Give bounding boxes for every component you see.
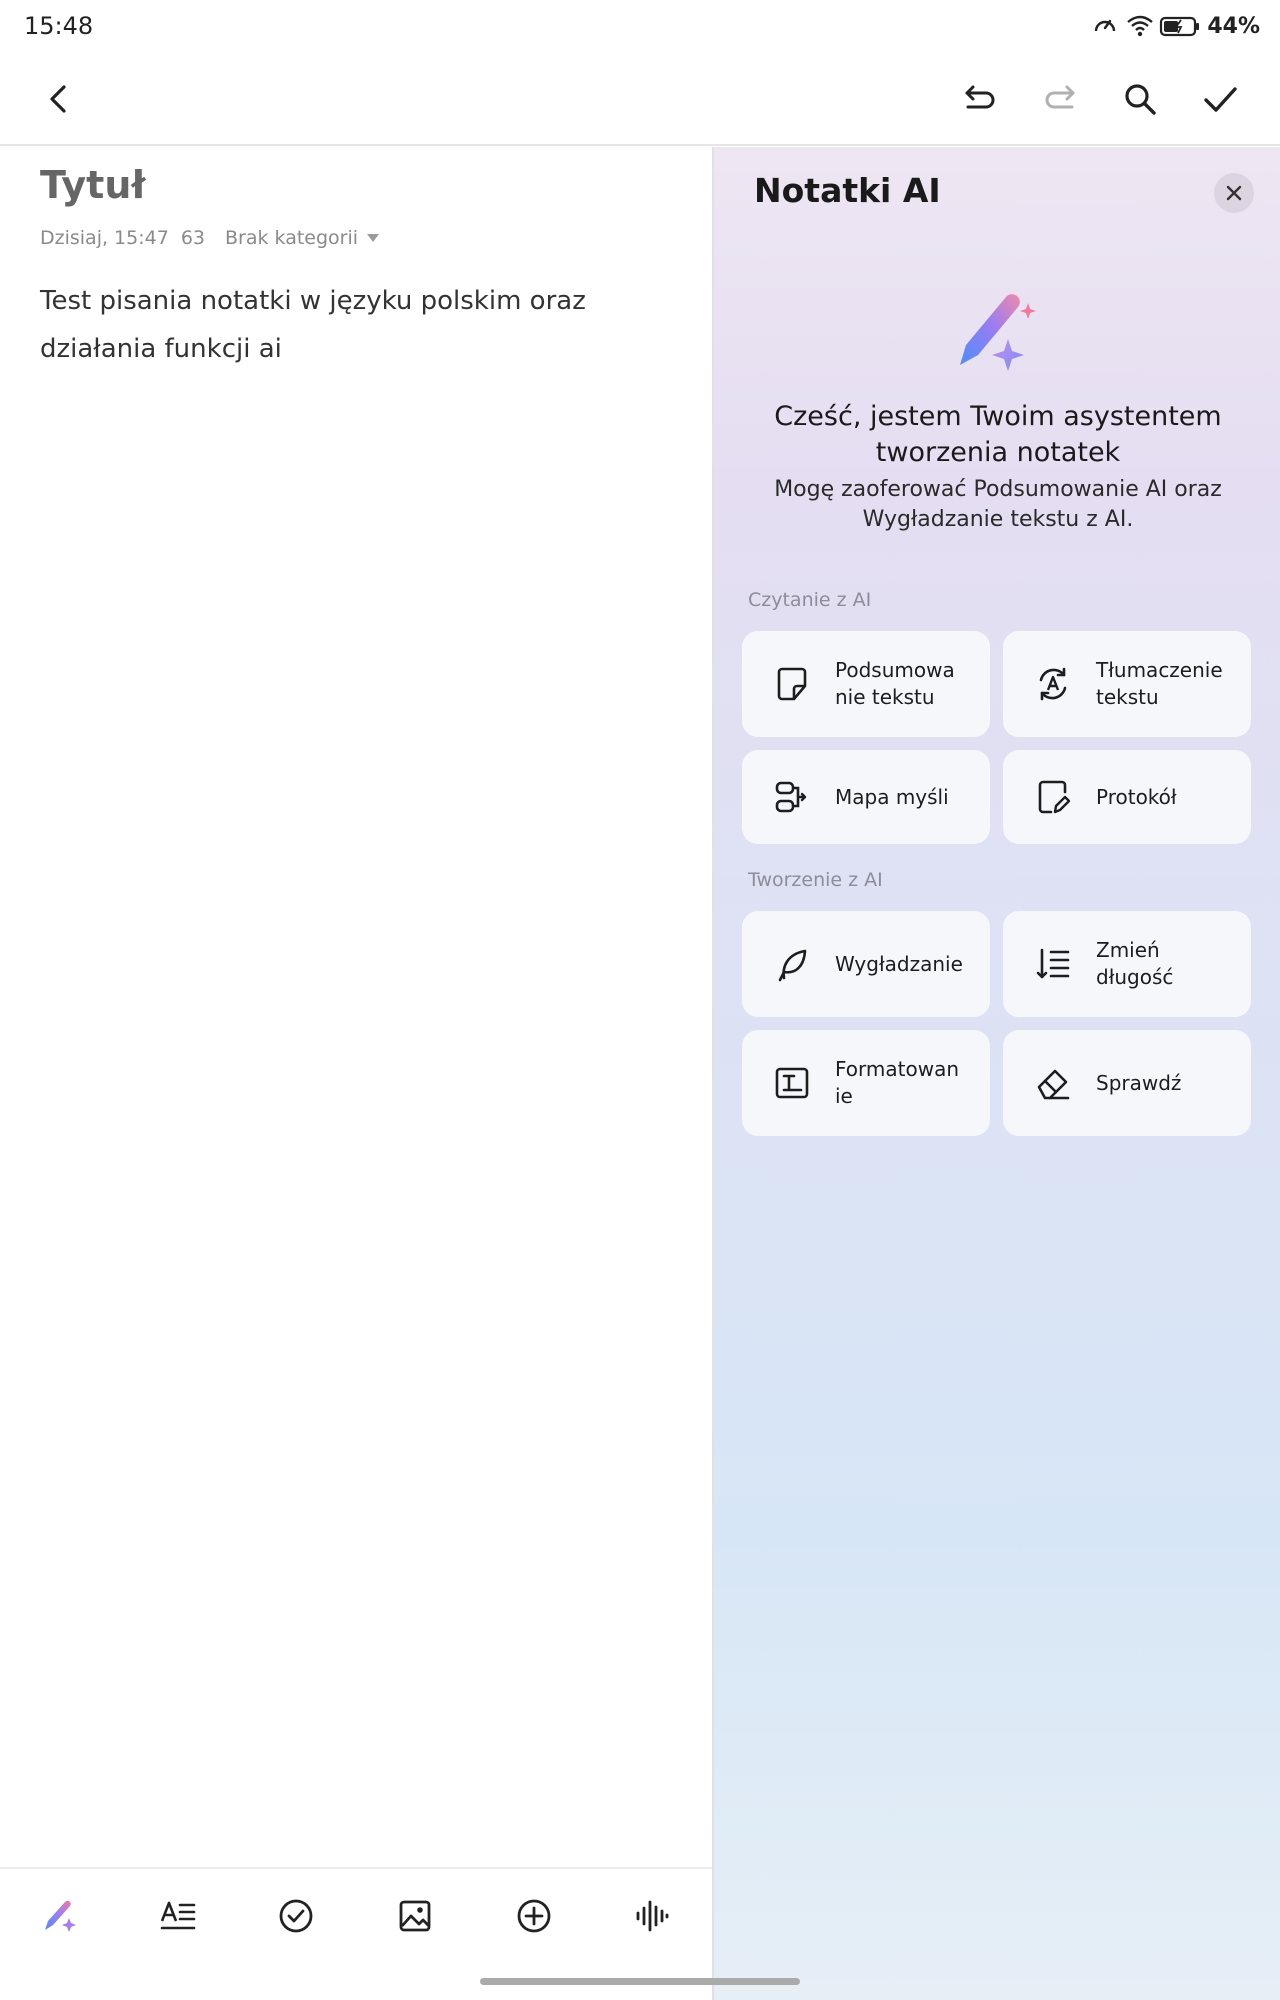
checklist-button[interactable] [237,1868,356,1964]
translate-card[interactable]: Tłumaczenie tekstu [1003,631,1251,737]
note-icon [774,666,810,702]
smooth-text-card[interactable]: Wygładzanie [742,911,990,1017]
speed-icon [1091,12,1119,40]
checklist-icon [280,1899,313,1933]
status-icons: 44% [1091,12,1260,40]
length-icon [1035,946,1071,982]
add-icon [517,1899,551,1933]
back-button[interactable] [36,75,84,123]
audio-icon [636,1900,669,1932]
card-label: Zmień długość [1096,938,1174,989]
change-length-card[interactable]: Zmień długość [1003,911,1251,1017]
image-button[interactable] [356,1868,475,1964]
format-icon [774,1065,810,1101]
back-arrow-icon [50,85,66,113]
close-panel-button[interactable] [1214,173,1254,213]
greeting-text: Cześć, jestem Twoim asystentem tworzenia… [774,401,1222,468]
done-button[interactable] [1196,75,1244,123]
protocol-card[interactable]: Protokół [1003,750,1251,844]
undo-icon [965,85,995,109]
ai-notes-panel: Notatki AI Cześć, jestem Twoim asystente… [712,147,1280,2000]
battery-percentage: 44% [1207,13,1260,39]
reading-section-label: Czytanie z AI [748,589,872,611]
proofread-card[interactable]: Sprawdź [1003,1030,1251,1136]
summarize-card[interactable]: Podsumowa nie tekstu [742,631,990,737]
category-label: Brak kategorii [225,227,359,249]
text-format-button[interactable] [119,1868,238,1964]
note-editor: Tytuł Dzisiaj, 15:47 63 Brak kategorii T… [0,147,712,1867]
mind-map-icon [774,779,810,815]
note-date: Dzisiaj, 15:47 [40,227,169,249]
bottom-toolbar [0,1867,712,1963]
translate-icon [1035,666,1071,702]
greeting-subtext: Mogę zaoferować Podsumowanie AI oraz Wyg… [774,477,1222,532]
card-label: Wygładzanie [835,951,963,976]
ai-notes-button[interactable] [0,1868,119,1964]
note-title[interactable]: Tytuł [40,163,146,207]
close-icon [1226,185,1242,201]
search-button[interactable] [1116,75,1164,123]
undo-button[interactable] [956,75,1004,123]
status-bar: 15:48 44% [0,0,1280,52]
note-meta: Dzisiaj, 15:47 63 Brak kategorii [40,227,380,249]
chevron-down-icon [367,234,380,242]
check-icon [1204,87,1237,112]
category-dropdown[interactable]: Brak kategorii [225,227,380,249]
card-label: Protokół [1096,784,1177,809]
protocol-icon [1035,779,1071,815]
battery-charging-icon [1159,12,1201,40]
eraser-icon [1035,1065,1071,1101]
feather-icon [774,946,810,982]
creating-section-label: Tworzenie z AI [748,869,883,891]
card-label: Mapa myśli [835,784,949,809]
card-label: Podsumowa nie tekstu [835,658,955,709]
mind-map-card[interactable]: Mapa myśli [742,750,990,844]
panel-title: Notatki AI [754,171,941,210]
card-label: Formatowan ie [835,1057,960,1108]
search-icon [1125,84,1156,115]
formatting-card[interactable]: Formatowan ie [742,1030,990,1136]
ai-assistant-icon [948,279,1048,379]
redo-button[interactable] [1036,75,1084,123]
add-button[interactable] [474,1868,593,1964]
redo-icon [1045,85,1075,109]
image-icon [399,1900,431,1932]
top-bar [0,52,1280,146]
wifi-icon [1125,12,1154,40]
note-body[interactable]: Test pisania notatki w języku polskim or… [40,277,680,373]
note-char-count: 63 [180,227,206,249]
text-format-icon [160,1901,196,1930]
home-indicator[interactable] [480,1978,800,1985]
card-label: Sprawdź [1096,1070,1182,1095]
audio-button[interactable] [593,1868,712,1964]
status-time: 15:48 [24,12,94,40]
ai-pen-icon [45,1900,77,1932]
card-label: Tłumaczenie tekstu [1096,658,1223,709]
